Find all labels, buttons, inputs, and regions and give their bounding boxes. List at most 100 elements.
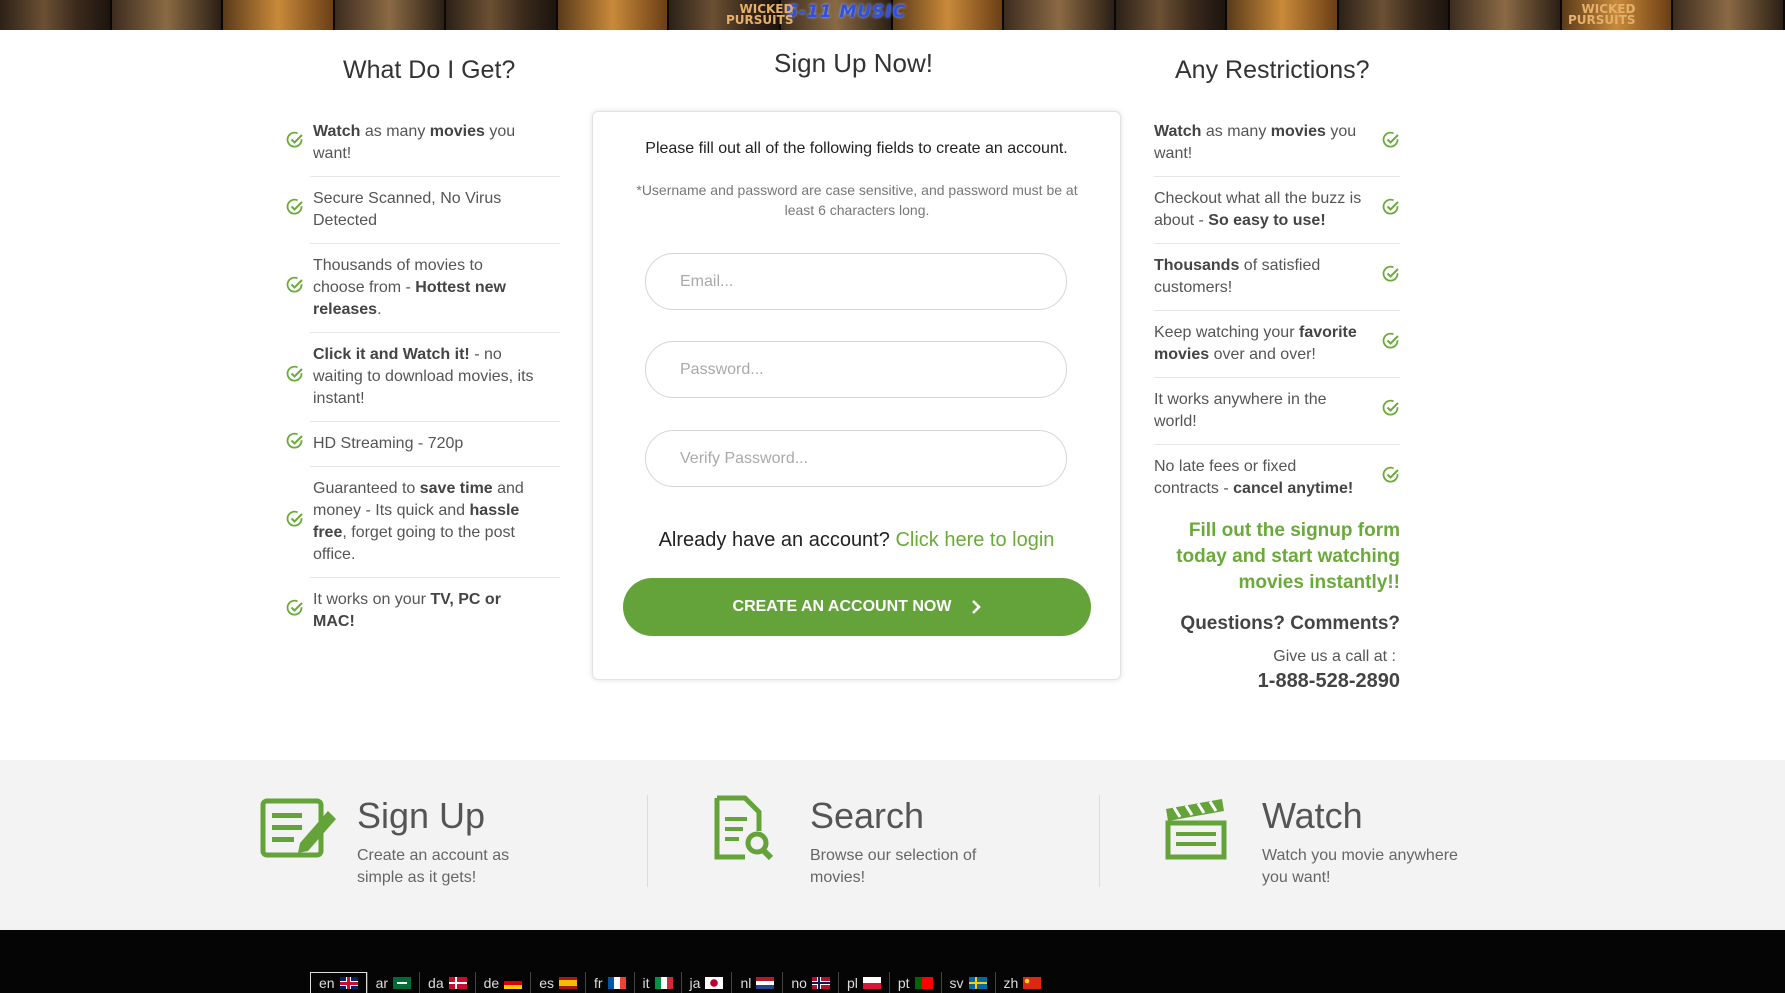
restriction-text: Checkout what all the buzz is about - So…: [1154, 190, 1362, 229]
restriction-text: Thousands of satisfied customers!: [1154, 257, 1321, 296]
language-option-de[interactable]: de: [474, 972, 531, 993]
language-option-en[interactable]: en: [310, 972, 367, 993]
restrictions-title: Any Restrictions?: [1175, 56, 1370, 84]
signup-title: Sign Up Now!: [774, 48, 933, 78]
banner-thumbnail: [446, 0, 558, 30]
restriction-text: It works anywhere in the world!: [1154, 391, 1327, 430]
restriction-item: Thousands of satisfied customers!: [1154, 244, 1400, 311]
flag-en-icon: [339, 977, 358, 989]
create-account-label: CREATE AN ACCOUNT NOW: [732, 598, 952, 615]
language-option-no[interactable]: no: [782, 972, 838, 993]
banner-thumbnail: [223, 0, 335, 30]
password-field[interactable]: [645, 341, 1067, 398]
signup-form-icon: [260, 798, 336, 858]
questions-title: Questions? Comments?: [1180, 613, 1400, 634]
banner-thumbnail: [557, 0, 670, 30]
check-circle-icon: [1382, 131, 1400, 156]
signup-form-card: Please fill out all of the following fie…: [592, 111, 1121, 680]
banner-thumbnail: [892, 0, 1005, 30]
benefit-item: HD Streaming - 720p: [286, 422, 560, 467]
restriction-item: Checkout what all the buzz is about - So…: [1154, 177, 1400, 244]
language-bar: en ar da de es fr it ja nl no pl pt sv zh: [310, 972, 1049, 993]
language-option-da[interactable]: da: [419, 972, 475, 993]
benefit-item: Click it and Watch it! - no waiting to d…: [286, 333, 560, 422]
flag-nl-icon: [756, 976, 775, 989]
banner-logo: 5-11 MUSIC: [786, 2, 907, 22]
flag-pl-icon: [862, 976, 881, 989]
language-option-pt[interactable]: pt: [888, 972, 941, 993]
check-circle-icon: [286, 510, 304, 535]
check-circle-icon: [1382, 466, 1400, 491]
language-code: ar: [375, 974, 389, 991]
language-option-sv[interactable]: sv: [940, 972, 995, 993]
language-code: en: [319, 975, 335, 991]
language-code: it: [642, 974, 650, 991]
banner-thumbnail: [334, 0, 447, 30]
login-prompt-line: Already have an account? Click here to l…: [593, 529, 1120, 552]
flag-zh-icon: [1023, 976, 1042, 989]
language-option-pl[interactable]: pl: [837, 972, 889, 993]
banner-thumbnail: [1004, 0, 1116, 30]
language-option-ja[interactable]: ja: [680, 972, 732, 993]
language-option-fr[interactable]: fr: [584, 972, 634, 993]
benefit-text: Thousands of movies to choose from - Hot…: [313, 257, 506, 318]
verify-password-field[interactable]: [645, 430, 1067, 487]
benefits-title: What Do I Get?: [343, 56, 516, 84]
check-circle-icon: [1382, 332, 1400, 357]
clapperboard-icon: [1165, 799, 1227, 860]
benefit-item: Thousands of movies to choose from - Hot…: [286, 244, 560, 333]
promo-text: Fill out the signup form today and start…: [1176, 520, 1400, 593]
step-search-title: Search: [810, 795, 925, 836]
login-link[interactable]: Click here to login: [895, 529, 1054, 551]
language-code: pt: [897, 974, 910, 991]
form-note: *Username and password are case sensitiv…: [636, 182, 1078, 218]
benefit-item: It works on your TV, PC or MAC!: [286, 578, 560, 644]
language-option-nl[interactable]: nl: [731, 972, 782, 993]
create-account-button[interactable]: CREATE AN ACCOUNT NOW: [623, 578, 1091, 636]
language-option-zh[interactable]: zh: [994, 972, 1050, 993]
flag-ja-icon: [705, 976, 724, 989]
benefit-text: Secure Scanned, No Virus Detected: [313, 190, 502, 229]
flag-da-icon: [448, 976, 467, 989]
step-divider: [1099, 795, 1100, 887]
language-code: sv: [949, 974, 964, 991]
language-code: ja: [689, 974, 701, 991]
check-circle-icon: [286, 131, 304, 156]
restriction-item: It works anywhere in the world!: [1154, 378, 1400, 445]
step-signup-desc: Create an account as simple as it gets!: [357, 847, 510, 886]
benefit-text: Guaranteed to save time and money - Its …: [313, 480, 524, 563]
benefit-text: Click it and Watch it! - no waiting to d…: [313, 346, 534, 407]
step-watch: Watch Watch you movie anywhere you want!: [1164, 795, 1494, 887]
benefit-text: Watch as many movies you want!: [313, 123, 516, 162]
benefit-item: Guaranteed to save time and money - Its …: [286, 467, 560, 578]
flag-ar-icon: [393, 976, 412, 989]
language-code: nl: [740, 974, 752, 991]
banner-thumbnail: [1450, 0, 1562, 30]
restriction-text: Watch as many movies you want!: [1154, 123, 1357, 162]
email-field[interactable]: [645, 253, 1067, 310]
phone-number: 1-888-528-2890: [1257, 670, 1400, 692]
step-watch-title: Watch: [1262, 795, 1363, 836]
banner-thumbnail: [0, 0, 112, 30]
restriction-item: No late fees or fixed contracts - cancel…: [1154, 445, 1400, 511]
language-option-es[interactable]: es: [530, 972, 585, 993]
benefits-list: Watch as many movies you want! Secure Sca…: [280, 110, 560, 644]
banner-thumbnail: [1115, 0, 1228, 30]
banner-thumbnail: [1338, 0, 1451, 30]
flag-es-icon: [558, 976, 577, 989]
language-option-it[interactable]: it: [633, 972, 681, 993]
check-circle-icon: [1382, 265, 1400, 290]
language-option-ar[interactable]: ar: [366, 972, 419, 993]
check-circle-icon: [286, 276, 304, 301]
form-intro: Please fill out all of the following fie…: [645, 140, 1068, 157]
restriction-text: No late fees or fixed contracts - cancel…: [1154, 458, 1354, 497]
benefit-item: Secure Scanned, No Virus Detected: [286, 177, 560, 244]
language-code: de: [483, 974, 500, 991]
banner-thumbnail: [1673, 0, 1785, 30]
step-search: Search Browse our selection of movies!: [713, 795, 1043, 887]
language-code: zh: [1003, 974, 1019, 991]
check-circle-icon: [1382, 198, 1400, 223]
benefit-text: HD Streaming - 720p: [313, 435, 464, 452]
step-watch-desc: Watch you movie anywhere you want!: [1262, 847, 1458, 886]
language-code: es: [539, 974, 554, 991]
